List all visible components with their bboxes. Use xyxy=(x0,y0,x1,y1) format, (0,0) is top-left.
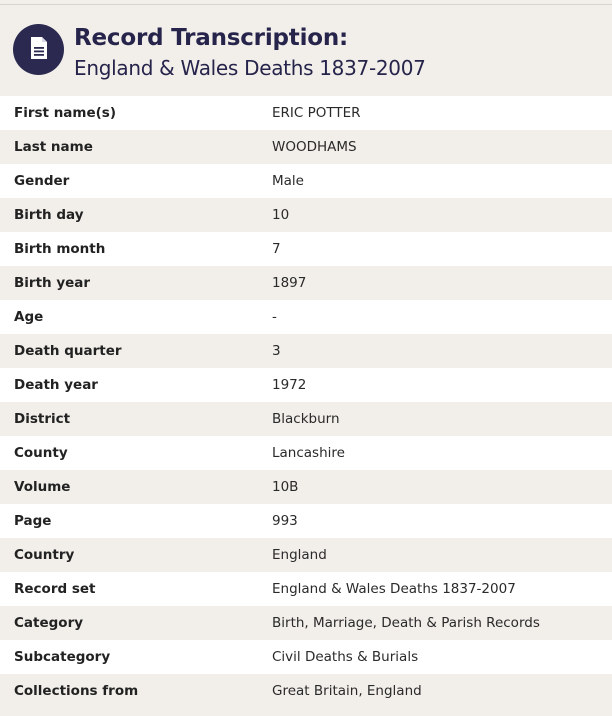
field-label: Subcategory xyxy=(14,649,111,665)
field-label: Death quarter xyxy=(14,343,122,359)
table-row: County Lancashire xyxy=(0,436,612,470)
field-label: County xyxy=(14,445,68,461)
field-label: Category xyxy=(14,615,84,631)
field-label: Birth year xyxy=(14,275,91,291)
field-label: Gender xyxy=(14,173,70,189)
field-label: Page xyxy=(14,513,52,529)
field-value: Birth, Marriage, Death & Parish Records xyxy=(272,615,540,631)
table-row: Collections from Great Britain, England xyxy=(0,674,612,708)
page-title: Record Transcription: xyxy=(74,25,349,51)
field-value: 993 xyxy=(272,513,298,529)
record-set-subtitle: England & Wales Deaths 1837-2007 xyxy=(74,56,426,80)
field-value: 3 xyxy=(272,343,281,359)
field-value: 1897 xyxy=(272,275,307,291)
field-label: Birth day xyxy=(14,207,84,223)
table-row: Page 993 xyxy=(0,504,612,538)
table-row: Volume 10B xyxy=(0,470,612,504)
field-label: First name(s) xyxy=(14,105,117,121)
field-value: Blackburn xyxy=(272,411,340,427)
field-label: Country xyxy=(14,547,75,563)
field-label: Death year xyxy=(14,377,98,393)
table-row: Subcategory Civil Deaths & Burials xyxy=(0,640,612,674)
table-row: Category Birth, Marriage, Death & Parish … xyxy=(0,606,612,640)
table-row: District Blackburn xyxy=(0,402,612,436)
document-icon xyxy=(29,36,49,64)
field-value: ERIC POTTER xyxy=(272,105,361,121)
field-value: 10B xyxy=(272,479,299,495)
field-value: Lancashire xyxy=(272,445,345,461)
field-label: Volume xyxy=(14,479,71,495)
field-value: WOODHAMS xyxy=(272,139,357,155)
field-value: 1972 xyxy=(272,377,307,393)
field-value: Great Britain, England xyxy=(272,683,422,699)
field-value: 10 xyxy=(272,207,290,223)
table-row: Birth day 10 xyxy=(0,198,612,232)
table-row: First name(s) ERIC POTTER xyxy=(0,96,612,130)
field-value: England & Wales Deaths 1837-2007 xyxy=(272,581,516,597)
table-row: Death year 1972 xyxy=(0,368,612,402)
table-row: Birth year 1897 xyxy=(0,266,612,300)
table-row: Birth month 7 xyxy=(0,232,612,266)
table-row: Country England xyxy=(0,538,612,572)
field-label: Record set xyxy=(14,581,96,597)
field-label: Age xyxy=(14,309,44,325)
field-value: 7 xyxy=(272,241,281,257)
field-value: - xyxy=(272,309,277,325)
document-badge xyxy=(13,24,64,75)
table-row: Last name WOODHAMS xyxy=(0,130,612,164)
field-value: England xyxy=(272,547,327,563)
field-label: District xyxy=(14,411,71,427)
field-value: Male xyxy=(272,173,304,189)
transcription-table: First name(s) ERIC POTTER Last name WOODHAM… xyxy=(0,96,612,708)
record-header: Record Transcription: England & Wales De… xyxy=(0,5,612,96)
field-value: Civil Deaths & Burials xyxy=(272,649,419,665)
table-row: Record set England & Wales Deaths 1837-20… xyxy=(0,572,612,606)
table-row: Gender Male xyxy=(0,164,612,198)
header-titles: Record Transcription: England & Wales De… xyxy=(74,23,426,83)
field-label: Birth month xyxy=(14,241,106,257)
field-label: Last name xyxy=(14,139,93,155)
field-label: Collections from xyxy=(14,683,139,699)
table-row: Age - xyxy=(0,300,612,334)
table-row: Death quarter 3 xyxy=(0,334,612,368)
